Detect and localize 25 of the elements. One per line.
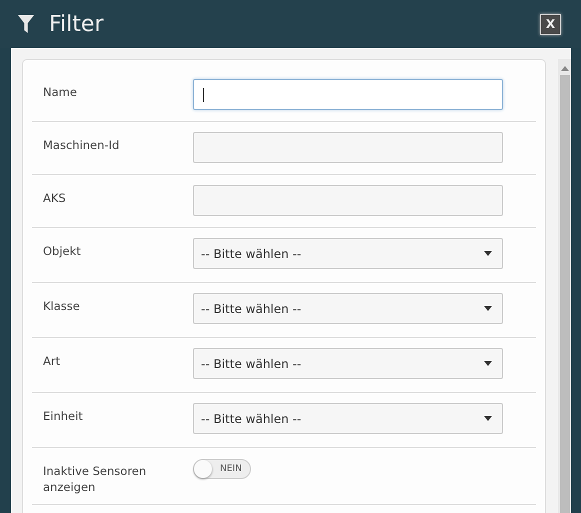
- caret-icon: [484, 416, 492, 421]
- field-label: Klasse: [42, 298, 81, 314]
- scrollbar-thumb[interactable]: [560, 75, 570, 513]
- filter-icon: [17, 14, 35, 34]
- caret-icon: [484, 306, 492, 311]
- dropdown[interactable]: -- Bitte wählen --: [193, 348, 503, 379]
- scrollbar[interactable]: [558, 59, 571, 513]
- scroll-up-icon: [560, 66, 568, 71]
- field-label: AKS: [42, 190, 67, 206]
- text-cursor: [203, 88, 204, 102]
- field-label: Maschinen-Id: [42, 137, 120, 153]
- input-field[interactable]: [193, 79, 503, 110]
- field-label: Objekt: [42, 243, 82, 259]
- dropdown[interactable]: -- Bitte wählen --: [193, 238, 503, 269]
- field-label: Inaktive Sensoren anzeigen: [42, 463, 148, 495]
- field-label: Einheit: [42, 408, 84, 424]
- field-label: Name: [42, 84, 78, 100]
- dropdown[interactable]: -- Bitte wählen --: [193, 293, 503, 324]
- dropdown[interactable]: -- Bitte wählen --: [193, 403, 503, 434]
- window-title: Filter: [49, 12, 104, 36]
- caret-icon: [484, 251, 492, 256]
- toggle-switch[interactable]: NEIN: [193, 459, 251, 479]
- field-label: Art: [42, 353, 62, 369]
- close-button[interactable]: X: [540, 14, 561, 34]
- caret-icon: [484, 361, 492, 366]
